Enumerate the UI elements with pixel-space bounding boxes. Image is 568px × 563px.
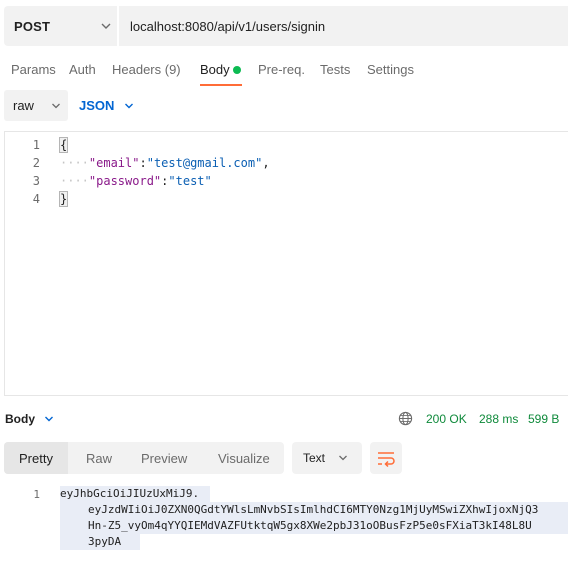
json-value: "test@gmail.com" (146, 156, 263, 170)
chevron-down-icon (52, 103, 60, 109)
tab-headers[interactable]: Headers (9) (112, 56, 181, 84)
line-number: 4 (32, 192, 40, 206)
json-separator: : (139, 156, 147, 170)
view-tab-visualize[interactable]: Visualize (218, 451, 270, 466)
code-line: ····"password":"test" (60, 174, 212, 188)
response-format-label: Text (303, 451, 326, 465)
body-language-select[interactable]: JSON (79, 98, 114, 113)
tab-pre-request[interactable]: Pre-req. (258, 56, 305, 84)
request-body-editor[interactable] (4, 131, 568, 396)
tab-body[interactable]: Body (200, 56, 230, 84)
json-comma: , (262, 156, 270, 170)
body-mode-label: raw (13, 98, 34, 113)
close-brace: } (58, 191, 69, 207)
response-body-line: eyJhbGciOiJIUzUxMiJ9. (60, 486, 210, 502)
chevron-down-icon (101, 23, 111, 29)
globe-icon[interactable] (398, 411, 413, 426)
response-time[interactable]: 288 ms (479, 412, 518, 426)
view-tab-raw[interactable]: Raw (86, 451, 112, 466)
indent-dots: ···· (60, 156, 89, 170)
line-number: 2 (32, 156, 40, 170)
active-tab-indicator (200, 84, 242, 86)
response-size[interactable]: 599 B (528, 412, 559, 426)
code-line: } (58, 191, 69, 207)
open-brace: { (58, 137, 69, 153)
json-key: "password" (88, 174, 162, 188)
code-line: { (58, 137, 69, 153)
line-number: 1 (32, 138, 40, 152)
tab-params[interactable]: Params (11, 56, 56, 84)
response-body-line: 3pyDA (60, 534, 140, 550)
response-body-toggle[interactable]: Body (5, 412, 35, 426)
view-tab-pretty[interactable]: Pretty (19, 451, 53, 466)
tab-tests[interactable]: Tests (320, 56, 350, 84)
url-text: localhost:8080/api/v1/users/signin (130, 18, 326, 34)
indent-dots: ···· (60, 174, 89, 188)
response-format-select[interactable]: Text (292, 442, 362, 474)
url-input[interactable]: localhost:8080/api/v1/users/signin (119, 6, 568, 46)
wrap-lines-button[interactable] (370, 442, 402, 474)
chevron-down-icon[interactable] (124, 101, 134, 111)
method-label: POST (14, 18, 51, 34)
response-line-number: 1 (33, 488, 40, 501)
response-status[interactable]: 200 OK (426, 412, 467, 426)
view-tab-preview[interactable]: Preview (141, 451, 187, 466)
tab-settings[interactable]: Settings (367, 56, 414, 84)
code-line: ····"email":"test@gmail.com", (60, 156, 270, 170)
chevron-down-icon (339, 455, 347, 461)
chevron-down-icon[interactable] (44, 414, 54, 424)
body-modified-dot (233, 66, 241, 74)
tab-auth[interactable]: Auth (69, 56, 96, 84)
line-number: 3 (32, 174, 40, 188)
json-key: "email" (88, 156, 140, 170)
response-body-line: eyJzdWIiOiJ0ZXN0QGdtYWlsLmNvbSIsImlhdCI6… (60, 502, 568, 518)
response-body-line: Hn-Z5_vyOm4qYYQIEMdVAZFUtktqW5gx8XWe2pbJ… (60, 518, 568, 534)
method-select[interactable]: POST (4, 6, 118, 46)
wrap-lines-icon (378, 452, 395, 468)
body-mode-select[interactable]: raw (4, 90, 68, 121)
json-value: "test" (168, 174, 212, 188)
